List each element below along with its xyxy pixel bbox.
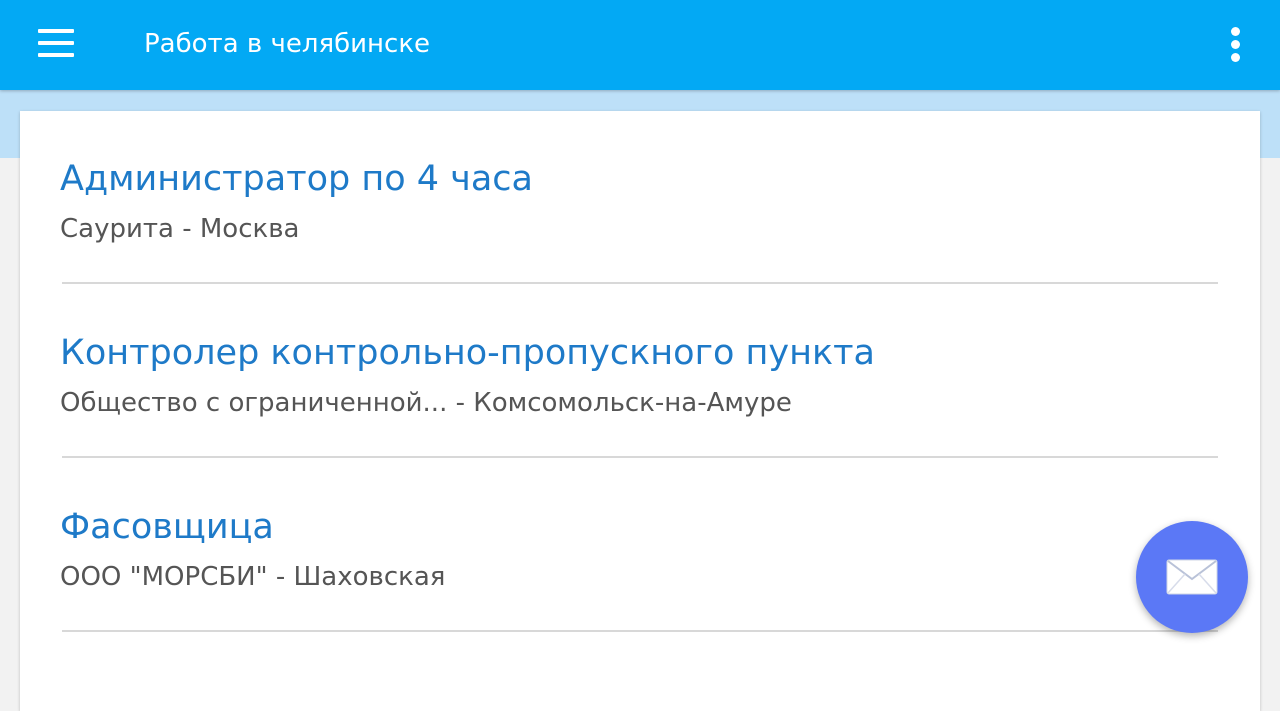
overflow-menu-button[interactable] [1214,16,1258,72]
job-title: Администратор по 4 часа [60,159,533,199]
page-title: Работа в челябинске [144,29,431,59]
job-list: Администратор по 4 часа Саурита - Москва… [20,111,1260,711]
job-company-location: ООО "МОРСБИ" - Шаховская [60,562,446,592]
job-item[interactable]: Фасовщица ООО "МОРСБИ" - Шаховская [20,459,1260,633]
app-bar: Работа в челябинске [0,0,1280,90]
divider [62,456,1218,458]
menu-button[interactable] [22,12,90,74]
job-item[interactable]: Администратор по 4 часа Саурита - Москва [20,111,1260,285]
job-company-location: Саурита - Москва [60,214,300,244]
envelope-icon [1166,559,1218,595]
job-item[interactable]: Контролер контрольно-пропускного пункта … [20,285,1260,459]
divider [62,630,1218,632]
divider [62,282,1218,284]
job-title: Контролер контрольно-пропускного пункта [60,333,875,373]
message-fab-button[interactable] [1136,521,1248,633]
job-title: Фасовщица [60,507,274,547]
job-company-location: Общество с ограниченной... - Комсомольск… [60,388,792,418]
